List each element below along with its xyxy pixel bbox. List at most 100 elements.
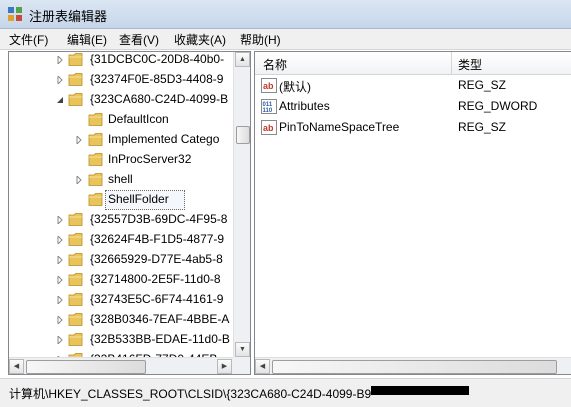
tree-item[interactable]: {32714800-2E5F-11d0-8: [9, 270, 233, 290]
scroll-down-button[interactable]: ▼: [235, 342, 250, 357]
tree-vertical-scroll-thumb[interactable]: [236, 126, 250, 144]
value-type: REG_DWORD: [458, 99, 538, 113]
tree-item[interactable]: InProcServer32: [9, 150, 233, 170]
column-header-name[interactable]: 名称: [263, 56, 287, 73]
tree-item[interactable]: {32B533BB-EDAE-11d0-B: [9, 330, 233, 350]
svg-text:110: 110: [263, 108, 273, 114]
tree-horizontal-scroll-thumb[interactable]: [26, 360, 146, 374]
tree-item[interactable]: shell: [9, 170, 233, 190]
folder-icon: [68, 73, 83, 86]
tree-item-label: {32714800-2E5F-11d0-8: [90, 272, 221, 286]
collapsed-arrow-icon[interactable]: [56, 216, 64, 224]
value-row[interactable]: ab PinToNameSpaceTree REG_SZ: [255, 117, 571, 138]
tree-item-label: {32374F0E-85D3-4408-9: [90, 72, 224, 86]
tree-item-label: {323CA680-C24D-4099-B: [90, 92, 229, 106]
value-name: (默认): [279, 80, 311, 94]
tree-item-label: InProcServer32: [108, 152, 192, 166]
folder-icon: [88, 133, 103, 146]
menu-view[interactable]: 查看(V): [119, 31, 159, 48]
title-bar: 注册表编辑器: [0, 0, 571, 29]
tree-item-label: {32665929-D77E-4ab5-8: [90, 252, 223, 266]
folder-icon: [88, 113, 103, 126]
folder-icon: [68, 93, 83, 106]
column-divider[interactable]: [451, 52, 452, 74]
svg-text:ab: ab: [263, 81, 274, 91]
scroll-up-button[interactable]: ▲: [235, 52, 250, 67]
collapsed-arrow-icon[interactable]: [56, 256, 64, 264]
tree-item-label: {32557D3B-69DC-4F95-8: [90, 212, 228, 226]
tree-item[interactable]: Implemented Catego: [9, 130, 233, 150]
folder-icon: [88, 193, 103, 206]
tree-item[interactable]: {32665929-D77E-4ab5-8: [9, 250, 233, 270]
value-row[interactable]: 011 110 Attributes REG_DWORD: [255, 96, 571, 117]
list-horizontal-scrollbar[interactable]: ◀: [255, 357, 571, 374]
tree-item-label: Implemented Catego: [108, 132, 220, 146]
column-header-type[interactable]: 类型: [458, 56, 482, 73]
collapsed-arrow-icon[interactable]: [56, 236, 64, 244]
collapsed-arrow-icon[interactable]: [56, 316, 64, 324]
folder-icon: [68, 273, 83, 286]
value-type: REG_SZ: [458, 78, 507, 92]
redaction-bar: [371, 386, 469, 395]
tree-item-label: {32B533BB-EDAE-11d0-B: [90, 332, 230, 346]
value-row[interactable]: ab (默认) REG_SZ: [255, 75, 571, 96]
value-name: Attributes: [279, 99, 330, 113]
menu-help[interactable]: 帮助(H): [240, 31, 281, 48]
key-tree-pane[interactable]: {31DCBC0C-20D8-40b0- {32374F0E-85D3-4408-…: [8, 51, 251, 375]
svg-text:ab: ab: [263, 123, 274, 133]
folder-icon: [68, 313, 83, 326]
menu-edit[interactable]: 编辑(E): [67, 31, 107, 48]
folder-icon: [68, 233, 83, 246]
collapsed-arrow-icon[interactable]: [56, 296, 64, 304]
folder-icon: [88, 153, 103, 166]
window-title: 注册表编辑器: [29, 9, 108, 24]
collapsed-arrow-icon[interactable]: [56, 76, 64, 84]
tree-item-label: DefaultIcon: [108, 112, 169, 126]
tree-item[interactable]: {323CA680-C24D-4099-B: [9, 90, 233, 110]
tree-item[interactable]: {32624F4B-F1D5-4877-9: [9, 230, 233, 250]
values-list-pane[interactable]: 名称 类型 ab (默认) REG_SZ 011 110 Attributes REG_DW…: [254, 51, 571, 375]
tree-item-label: {32624F4B-F1D5-4877-9: [90, 232, 225, 246]
tree-item[interactable]: {328B0346-7EAF-4BBE-A: [9, 310, 233, 330]
menu-file[interactable]: 文件(F): [9, 31, 48, 48]
scroll-right-button[interactable]: ▶: [217, 359, 232, 374]
tree-item[interactable]: {32374F0E-85D3-4408-9: [9, 70, 233, 90]
folder-icon: [68, 213, 83, 226]
tree-item-label: shell: [108, 172, 133, 186]
folder-icon: [68, 253, 83, 266]
collapsed-arrow-icon[interactable]: [56, 336, 64, 344]
folder-icon: [68, 53, 83, 66]
scroll-left-button[interactable]: ◀: [9, 359, 24, 374]
scroll-left-button[interactable]: ◀: [255, 359, 270, 374]
status-path: 计算机\HKEY_CLASSES_ROOT\CLSID\{323CA680-C2…: [9, 387, 372, 401]
expanded-arrow-icon[interactable]: [56, 96, 64, 104]
list-horizontal-scroll-thumb[interactable]: [272, 360, 557, 374]
tree-item[interactable]: DefaultIcon: [9, 110, 233, 130]
scroll-corner: [233, 357, 250, 374]
collapsed-arrow-icon[interactable]: [56, 276, 64, 284]
folder-icon: [68, 333, 83, 346]
tree-item[interactable]: {32557D3B-69DC-4F95-8: [9, 210, 233, 230]
tree-vertical-scrollbar[interactable]: ▲ ▼: [233, 52, 250, 357]
menu-favorites[interactable]: 收藏夹(A): [174, 31, 226, 48]
tree-horizontal-scrollbar[interactable]: ◀ ▶: [9, 357, 233, 374]
collapsed-arrow-icon[interactable]: [56, 56, 64, 64]
collapsed-arrow-icon[interactable]: [75, 136, 83, 144]
tree-item[interactable]: {32743E5C-6F74-4161-9: [9, 290, 233, 310]
binary-value-icon: 011110: [261, 99, 277, 114]
value-type: REG_SZ: [458, 120, 507, 134]
string-value-icon: ab: [261, 78, 277, 93]
collapsed-arrow-icon[interactable]: [75, 176, 83, 184]
tree-item[interactable]: ShellFolder: [9, 190, 233, 210]
list-header: 名称 类型: [255, 52, 571, 75]
tree-item[interactable]: {31DCBC0C-20D8-40b0-: [9, 52, 233, 70]
tree-item-label: ShellFolder: [108, 192, 169, 206]
folder-icon: [68, 293, 83, 306]
value-name: PinToNameSpaceTree: [279, 120, 400, 134]
status-bar: 计算机\HKEY_CLASSES_ROOT\CLSID\{323CA680-C2…: [0, 378, 571, 407]
folder-icon: [88, 173, 103, 186]
tree-item-label: {32743E5C-6F74-4161-9: [90, 292, 224, 306]
tree-item-label: {31DCBC0C-20D8-40b0-: [90, 52, 225, 66]
string-value-icon: ab: [261, 120, 277, 135]
menu-bar: 文件(F) 编辑(E) 查看(V) 收藏夹(A) 帮助(H): [0, 29, 571, 50]
